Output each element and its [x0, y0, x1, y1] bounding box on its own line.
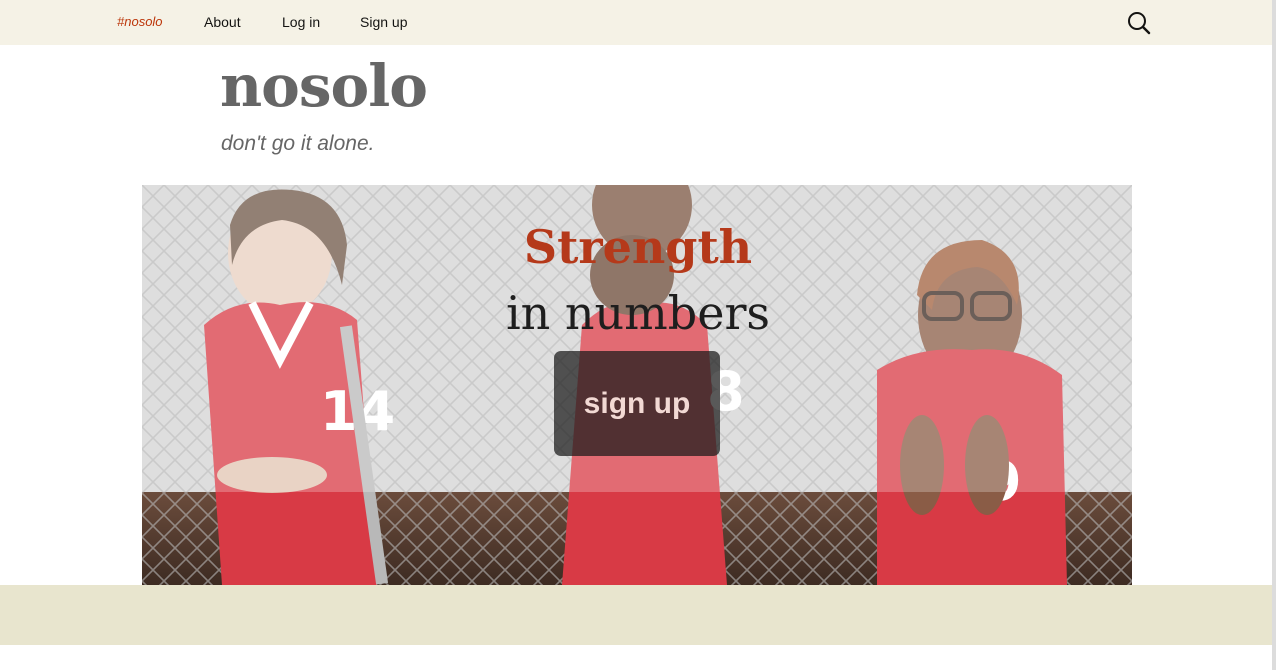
nav-login-link[interactable]: Log in	[282, 14, 320, 30]
top-navbar: #nosolo About Log in Sign up	[0, 0, 1272, 45]
hero-headline: Strength	[523, 220, 753, 274]
hero-signup-button[interactable]: sign up	[554, 351, 720, 456]
footer-band	[0, 585, 1272, 645]
hero-subline: in numbers	[505, 286, 771, 340]
nav-brand-link[interactable]: #nosolo	[117, 14, 163, 29]
nav-signup-link[interactable]: Sign up	[360, 14, 407, 30]
search-icon[interactable]	[1125, 9, 1153, 37]
site-title[interactable]: nosolo	[220, 52, 428, 122]
nav-about-link[interactable]: About	[204, 14, 241, 30]
site-tagline: don't go it alone.	[221, 132, 375, 155]
